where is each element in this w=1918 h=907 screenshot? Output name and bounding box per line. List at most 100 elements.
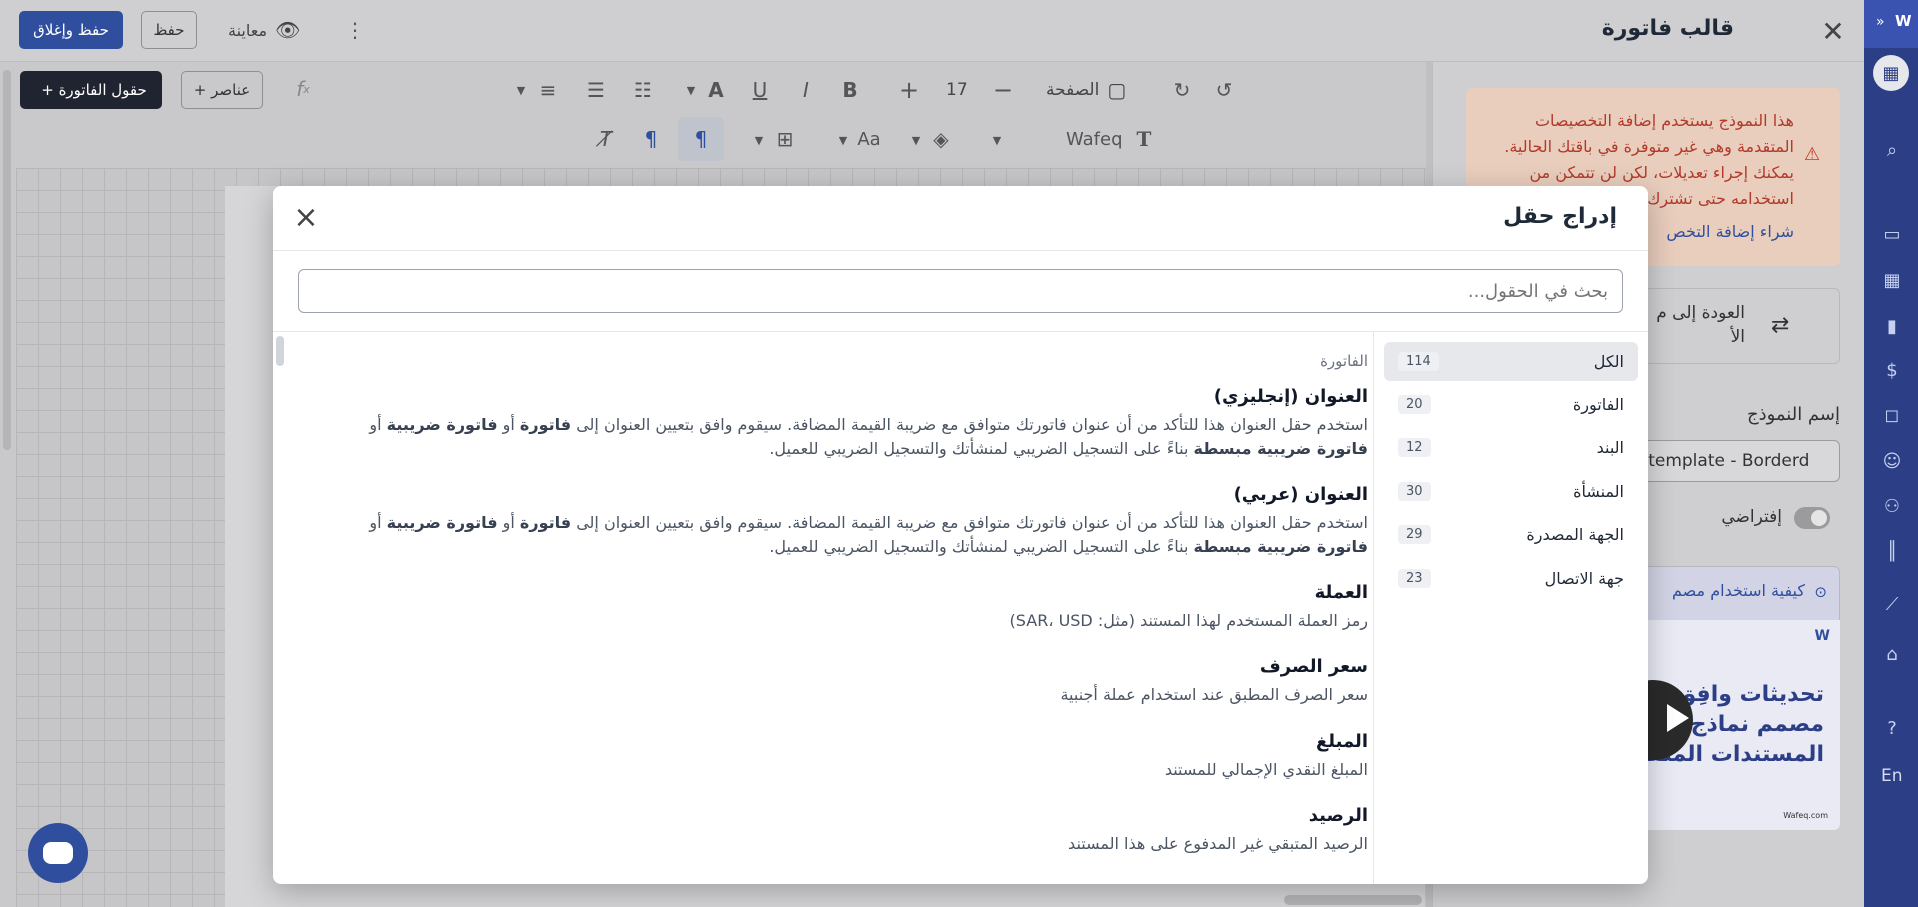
field-item-amount[interactable]: المبلغ المبلغ النقدي الإجمالي للمستند xyxy=(308,731,1368,782)
save-button[interactable]: حفظ xyxy=(141,11,197,49)
bag-icon[interactable]: ◻ xyxy=(1880,403,1904,427)
wafeq-logo-icon[interactable]: W xyxy=(1895,12,1912,30)
chevron-down-icon[interactable]: ▼ xyxy=(909,130,923,150)
field-description: سعر الصرف المطبق عند استخدام عملة أجنبية xyxy=(1060,685,1368,704)
category-count: 12 xyxy=(1398,438,1431,457)
field-title: الرصيد xyxy=(1308,805,1368,826)
category-item-all[interactable]: الكل 114 xyxy=(1384,342,1638,381)
payroll-icon[interactable]: ⚇ xyxy=(1880,494,1904,518)
align-right-icon[interactable]: ≡ xyxy=(535,78,561,102)
field-item-title-en[interactable]: العنوان (إنجليزي) استخدم حقل العنوان هذا… xyxy=(308,386,1368,461)
plus-icon: + xyxy=(193,81,212,99)
category-list: الكل 114 الفاتورة 20 البند 12 المنشأة 30… xyxy=(1373,332,1648,884)
ltr-icon[interactable]: ¶ xyxy=(639,127,663,151)
default-toggle[interactable] xyxy=(1794,507,1830,529)
close-icon[interactable]: ✕ xyxy=(1818,15,1848,48)
invoice-fields-button[interactable]: + حقول الفاتورة xyxy=(20,71,162,109)
field-search-input[interactable] xyxy=(298,269,1623,313)
formula-icon[interactable]: fx xyxy=(290,76,316,102)
font-color-icon[interactable]: A xyxy=(704,78,728,102)
page-button[interactable]: الصفحة ▢ xyxy=(1046,78,1126,102)
category-label: الفاتورة xyxy=(1572,395,1624,414)
help-icon[interactable]: ? xyxy=(1880,716,1904,740)
font-name-value[interactable]: Wafeq xyxy=(1066,129,1123,150)
dollar-icon[interactable]: $ xyxy=(1880,358,1904,382)
chevron-down-icon[interactable]: ▼ xyxy=(514,80,528,100)
text-case-icon[interactable]: Aa xyxy=(856,127,882,151)
eye-icon: 👁 xyxy=(275,18,301,42)
dashboard-icon[interactable]: ▦ xyxy=(1880,268,1904,292)
category-item-line[interactable]: البند 12 xyxy=(1384,428,1638,467)
field-description: المبلغ النقدي الإجمالي للمستند xyxy=(1164,760,1368,779)
font-size-value[interactable]: 17 xyxy=(946,80,968,100)
category-item-organization[interactable]: المنشأة 30 xyxy=(1384,472,1638,511)
category-item-contact[interactable]: جهة الاتصال 23 xyxy=(1384,559,1638,598)
field-title: العنوان (إنجليزي) xyxy=(1213,386,1368,407)
analytics-icon[interactable]: ⟋ xyxy=(1880,592,1904,616)
field-item-currency[interactable]: العملة رمز العملة المستخدم لهذا المستند … xyxy=(308,582,1368,633)
numbered-list-icon[interactable]: ☰ xyxy=(583,78,609,102)
plus-icon: + xyxy=(41,81,59,99)
section-label: الفاتورة xyxy=(1320,352,1368,370)
bank-icon[interactable]: ⌂ xyxy=(1880,642,1904,666)
purchase-addon-link[interactable]: شراء إضافة التخص xyxy=(1666,222,1794,241)
chart-icon[interactable]: ▮ xyxy=(1880,314,1904,338)
bullet-list-icon[interactable]: ☷ xyxy=(630,78,656,102)
save-and-close-button[interactable]: حفظ وإغلاق xyxy=(19,11,123,49)
list-scrollbar[interactable] xyxy=(276,336,284,366)
field-title: العنوان (عربي) xyxy=(1233,484,1368,505)
field-description: استخدم حقل العنوان هذا للتأكد من أن عنوا… xyxy=(369,513,1368,556)
borders-icon[interactable]: ⊞ xyxy=(773,127,797,151)
category-item-invoice[interactable]: الفاتورة 20 xyxy=(1384,385,1638,424)
language-switch[interactable]: En xyxy=(1881,766,1903,786)
field-description: الرصيد المتبقي غير المدفوع على هذا المست… xyxy=(1068,834,1368,853)
field-item-exchange-rate[interactable]: سعر الصرف سعر الصرف المطبق عند استخدام ع… xyxy=(308,656,1368,707)
warning-line: يمكنك إجراء تعديلات، لكن لن تتمكن من xyxy=(1529,163,1794,182)
template-name-label: إسم النموذج xyxy=(1746,404,1840,425)
text-icon[interactable]: T xyxy=(1132,127,1156,151)
chevron-down-icon[interactable]: ▼ xyxy=(836,130,850,150)
category-label: المنشأة xyxy=(1573,482,1624,501)
category-label: الكل xyxy=(1593,352,1624,371)
barcode-icon[interactable]: ║ xyxy=(1880,539,1904,563)
horizontal-scrollbar[interactable] xyxy=(1284,895,1422,905)
howto-link[interactable]: كيفية استخدام مصم xyxy=(1672,581,1805,600)
undo-icon[interactable]: ↺ xyxy=(1212,78,1236,102)
field-item-balance[interactable]: الرصيد الرصيد المتبقي غير المدفوع على هذ… xyxy=(308,805,1368,856)
invoice-fields-label: حقول الفاتورة xyxy=(58,81,147,99)
chevron-down-icon[interactable]: ▼ xyxy=(752,130,766,150)
field-title: سعر الصرف xyxy=(1259,656,1368,677)
page-label: الصفحة xyxy=(1046,80,1100,100)
vertical-scrollbar[interactable] xyxy=(3,70,11,450)
elements-button[interactable]: + عناصر xyxy=(181,71,263,109)
fill-color-icon[interactable]: ◈ xyxy=(929,127,953,151)
rtl-icon: ¶ xyxy=(694,127,708,151)
inbox-icon[interactable]: ▭ xyxy=(1880,222,1904,246)
chat-button[interactable] xyxy=(28,823,88,883)
bold-icon[interactable]: B xyxy=(838,78,862,102)
close-icon[interactable]: × xyxy=(291,203,321,234)
plus-icon[interactable]: + xyxy=(897,76,921,104)
category-label: البند xyxy=(1596,438,1624,457)
more-options-icon[interactable]: ⋮ xyxy=(345,18,365,42)
search-icon[interactable]: ⌕ xyxy=(1880,138,1904,162)
underline-icon[interactable]: U xyxy=(748,78,772,102)
chevron-down-icon[interactable]: ▼ xyxy=(990,130,1004,150)
chevron-down-icon[interactable]: ▼ xyxy=(684,80,698,100)
field-description: استخدم حقل العنوان هذا للتأكد من أن عنوا… xyxy=(369,415,1368,458)
minus-icon[interactable]: − xyxy=(991,76,1015,104)
category-item-issuer[interactable]: الجهة المصدرة 29 xyxy=(1384,515,1638,554)
italic-icon[interactable]: I xyxy=(794,78,818,102)
category-count: 30 xyxy=(1398,482,1431,501)
page-title: قالب فاتورة xyxy=(1601,16,1734,41)
users-icon[interactable]: ☺ xyxy=(1880,449,1904,473)
page-icon: ▢ xyxy=(1107,78,1127,102)
field-item-title-ar[interactable]: العنوان (عربي) استخدم حقل العنوان هذا لل… xyxy=(308,484,1368,559)
company-icon[interactable]: ▦ xyxy=(1873,55,1909,91)
preview-button[interactable]: معاينة 👁 xyxy=(228,18,300,42)
category-count: 23 xyxy=(1398,569,1431,588)
collapse-icon[interactable]: » xyxy=(1876,14,1885,30)
redo-icon[interactable]: ↻ xyxy=(1170,78,1194,102)
top-bar: حفظ وإغلاق حفظ معاينة 👁 ⋮ قالب فاتورة ✕ xyxy=(0,0,1864,62)
clear-format-icon[interactable]: T̸ xyxy=(594,127,618,151)
